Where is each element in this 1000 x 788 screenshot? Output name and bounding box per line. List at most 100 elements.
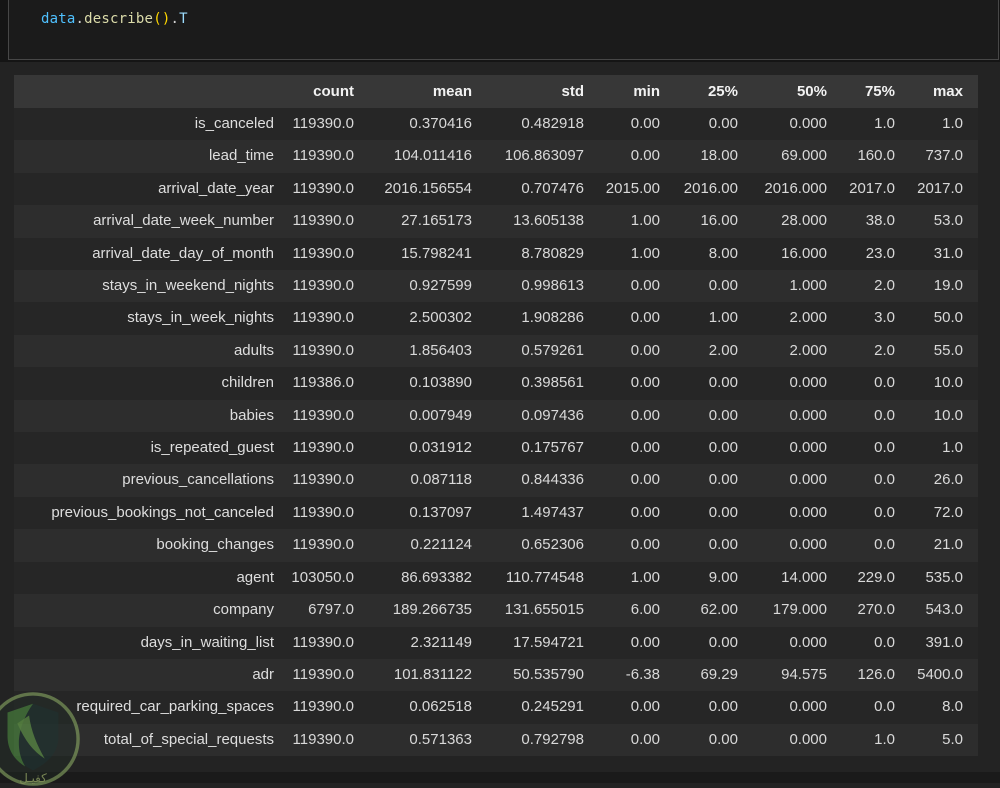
cell-75pct: 126.0 bbox=[857, 665, 895, 683]
cell-75pct: 0.0 bbox=[874, 471, 895, 489]
column-header-mean: mean bbox=[354, 75, 472, 108]
table-row: previous_cancellations 119390.0 0.087118 0.… bbox=[14, 464, 978, 497]
cell-min: 0.00 bbox=[630, 633, 660, 651]
cell-count: 119386.0 bbox=[292, 374, 354, 392]
table-row: children 119386.0 0.103890 0.398561 0.00 0.00… bbox=[14, 367, 978, 400]
column-header-min: min bbox=[584, 75, 660, 108]
table-header-row: count mean std min 25% 50% 75% max bbox=[14, 75, 978, 108]
cell-25pct: 0.00 bbox=[708, 633, 738, 651]
cell-75pct: 2.0 bbox=[874, 341, 895, 359]
cell-std: 131.655015 bbox=[504, 601, 584, 619]
cell-min: 1.00 bbox=[630, 212, 660, 230]
cell-count: 119390.0 bbox=[292, 309, 354, 327]
cell-count: 119390.0 bbox=[292, 503, 354, 521]
cell-50pct: 69.000 bbox=[781, 147, 827, 165]
row-label: arrival_date_week_number bbox=[93, 212, 274, 230]
cell-50pct: 94.575 bbox=[781, 665, 827, 683]
cell-count: 119390.0 bbox=[292, 115, 354, 132]
cell-50pct: 0.000 bbox=[789, 633, 827, 651]
cell-min: 2015.00 bbox=[605, 179, 660, 197]
cell-75pct: 0.0 bbox=[874, 374, 895, 392]
column-header-std: std bbox=[472, 75, 584, 108]
column-header-25pct: 25% bbox=[660, 75, 738, 108]
cell-25pct: 0.00 bbox=[708, 406, 738, 424]
cell-75pct: 160.0 bbox=[857, 147, 895, 165]
cell-mean: 86.693382 bbox=[401, 568, 472, 586]
cell-max: 19.0 bbox=[933, 277, 963, 295]
cell-min: 0.00 bbox=[630, 730, 660, 748]
cell-50pct: 16.000 bbox=[781, 244, 827, 262]
column-header-max: max bbox=[895, 75, 978, 108]
cell-std: 1.497437 bbox=[521, 503, 584, 521]
cell-count: 119390.0 bbox=[292, 730, 354, 748]
table-row: stays_in_week_nights 119390.0 2.500302 1.90… bbox=[14, 302, 978, 335]
cell-mean: 0.927599 bbox=[409, 277, 472, 295]
row-label: arrival_date_year bbox=[158, 179, 274, 197]
cell-mean: 0.031912 bbox=[409, 439, 472, 457]
table-row: is_canceled 119390.0 0.370416 0.482918 0.00 0… bbox=[14, 108, 978, 141]
row-label: is_repeated_guest bbox=[150, 439, 274, 457]
row-label: adr bbox=[252, 665, 274, 683]
cell-mean: 2.500302 bbox=[409, 309, 472, 327]
table-row: arrival_date_week_number 119390.0 27.16517… bbox=[14, 205, 978, 238]
cell-std: 0.998613 bbox=[521, 277, 584, 295]
cell-std: 110.774548 bbox=[505, 568, 584, 586]
code-cell[interactable]: data.describe().T bbox=[8, 0, 999, 60]
cell-count: 119390.0 bbox=[292, 179, 354, 197]
cell-50pct: 0.000 bbox=[789, 406, 827, 424]
cell-50pct: 0.000 bbox=[789, 536, 827, 554]
table-row: previous_bookings_not_canceled 119390.0 0.… bbox=[14, 496, 978, 530]
table-row: lead_time 119390.0 104.011416 106.863097 0.0… bbox=[14, 140, 978, 173]
cell-min: 0.00 bbox=[630, 277, 660, 295]
row-label: lead_time bbox=[208, 147, 274, 165]
cell-count: 119390.0 bbox=[292, 212, 354, 230]
cell-std: 0.844336 bbox=[521, 471, 584, 489]
table-row: stays_in_weekend_nights 119390.0 0.927599 0… bbox=[14, 270, 978, 303]
cell-25pct: 0.00 bbox=[708, 471, 738, 489]
cell-min: 1.00 bbox=[630, 244, 660, 262]
cell-mean: 0.137097 bbox=[409, 503, 472, 521]
row-label: total_of_special_requests bbox=[103, 730, 274, 748]
table-row: total_of_special_requests 119390.0 0.57136… bbox=[14, 723, 978, 757]
cell-max: 391.0 bbox=[925, 633, 963, 651]
row-label: company bbox=[213, 601, 274, 619]
column-header-50pct: 50% bbox=[738, 75, 827, 108]
cell-mean: 1.856403 bbox=[409, 341, 472, 359]
code-token: T bbox=[179, 11, 188, 27]
row-label: days_in_waiting_list bbox=[140, 633, 274, 651]
cell-50pct: 28.000 bbox=[781, 212, 827, 230]
row-label: stays_in_week_nights bbox=[127, 309, 274, 327]
cell-max: 1.0 bbox=[942, 115, 963, 132]
table-row: adr 119390.0 101.831122 50.535790 -6.38 69.29… bbox=[14, 658, 978, 692]
cell-count: 119390.0 bbox=[292, 633, 354, 651]
cell-count: 119390.0 bbox=[292, 277, 354, 295]
row-label: required_car_parking_spaces bbox=[76, 698, 274, 716]
row-label: stays_in_weekend_nights bbox=[102, 277, 274, 295]
code-token: . bbox=[75, 11, 85, 27]
cell-75pct: 0.0 bbox=[874, 698, 895, 716]
cell-mean: 101.831122 bbox=[393, 665, 472, 683]
describe-table: count mean std min 25% 50% 75% max is_canceled 1… bbox=[14, 75, 978, 757]
cell-std: 0.175767 bbox=[521, 439, 584, 457]
row-label: is_canceled bbox=[194, 115, 274, 132]
cell-50pct: 2016.000 bbox=[764, 179, 827, 197]
cell-std: 0.707476 bbox=[521, 179, 584, 197]
cell-25pct: 16.00 bbox=[700, 212, 738, 230]
code-line[interactable]: data.describe().T bbox=[9, 0, 998, 27]
cell-count: 119390.0 bbox=[292, 665, 354, 683]
cell-count: 119390.0 bbox=[292, 536, 354, 554]
column-header-75pct: 75% bbox=[827, 75, 895, 108]
row-label: arrival_date_day_of_month bbox=[92, 244, 274, 262]
cell-mean: 0.370416 bbox=[409, 115, 472, 132]
cell-75pct: 270.0 bbox=[857, 601, 895, 619]
cell-25pct: 1.00 bbox=[708, 309, 738, 327]
cell-std: 0.579261 bbox=[521, 341, 584, 359]
cell-min: 0.00 bbox=[630, 536, 660, 554]
cell-50pct: 0.000 bbox=[789, 730, 827, 748]
cell-max: 2017.0 bbox=[917, 179, 963, 197]
cell-min: 0.00 bbox=[630, 406, 660, 424]
cell-25pct: 0.00 bbox=[708, 730, 738, 748]
cell-mean: 2.321149 bbox=[410, 633, 472, 651]
cell-mean: 0.221124 bbox=[410, 536, 472, 554]
table-row: babies 119390.0 0.007949 0.097436 0.00 0.00 0.… bbox=[14, 399, 978, 433]
